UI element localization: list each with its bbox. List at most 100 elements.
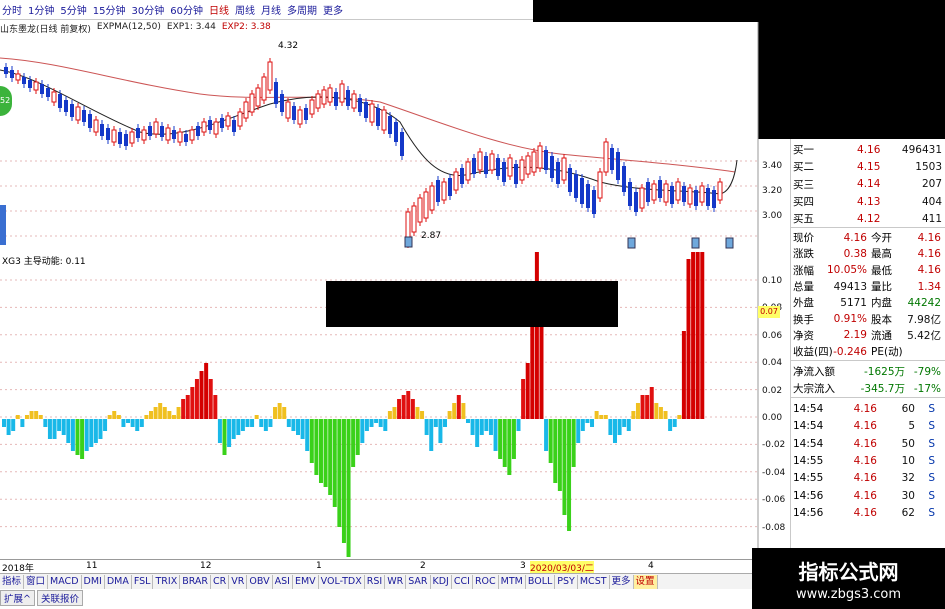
timeframe-tab[interactable]: 分时 xyxy=(2,2,22,17)
timeframe-tab[interactable]: 5分钟 xyxy=(60,2,86,17)
indicator-tab[interactable]: RSI xyxy=(365,574,386,589)
indicator-bar xyxy=(245,419,250,427)
candle-up xyxy=(243,101,249,119)
indicator-tab[interactable]: 设置 xyxy=(633,574,658,589)
indicator-bar xyxy=(585,419,590,423)
indicator-tab[interactable]: DMA xyxy=(105,574,132,589)
tick-time: 14:54 xyxy=(793,403,824,416)
left-strip[interactable] xyxy=(0,205,6,245)
candle-down xyxy=(694,190,698,206)
candle-down xyxy=(394,122,398,142)
indicator-tab[interactable]: CR xyxy=(211,574,230,589)
indicator-tab[interactable]: OBV xyxy=(247,574,273,589)
candle-down xyxy=(232,120,236,132)
candle-up xyxy=(225,115,231,127)
indicator-bar xyxy=(668,419,673,431)
indicator-bar xyxy=(286,419,291,427)
bid-price: 4.14 xyxy=(857,178,881,191)
indicator-tab[interactable]: MACD xyxy=(48,574,82,589)
indicator-tab[interactable]: EMV xyxy=(293,574,319,589)
price-chart[interactable] xyxy=(0,22,790,252)
bottom-tab[interactable]: 扩展^ xyxy=(0,590,35,606)
indicator-bar xyxy=(305,419,310,451)
indicator-tab[interactable]: VOL-TDX xyxy=(319,574,365,589)
stat-label: 外盘 xyxy=(793,297,814,310)
indicator-bar xyxy=(20,419,25,427)
indicator-bar xyxy=(530,315,535,419)
low-label: 2.87 xyxy=(421,231,442,241)
candle-up xyxy=(255,87,261,107)
candle-down xyxy=(172,130,176,139)
redacted-box xyxy=(326,281,618,327)
indicator-bar xyxy=(364,419,369,431)
candle-down xyxy=(304,108,308,120)
indicator-tab[interactable]: TRIX xyxy=(153,574,181,589)
indicator-tab[interactable]: ROC xyxy=(473,574,499,589)
indicator-bar xyxy=(103,419,108,431)
exp1-value: EXP1: 3.44 xyxy=(166,22,216,32)
indicator-bar xyxy=(507,419,512,475)
indicator-tab[interactable]: FSL xyxy=(132,574,154,589)
candle-up xyxy=(489,153,495,171)
candle-down xyxy=(568,168,572,192)
indicator-bar xyxy=(231,419,236,439)
timeframe-tab[interactable]: 更多 xyxy=(323,2,343,17)
candle-down xyxy=(592,190,596,214)
tick-volume: 10 xyxy=(901,454,915,467)
candle-down xyxy=(28,80,32,88)
stat-value: 44242 xyxy=(907,296,941,309)
indicator-bar xyxy=(24,415,29,419)
indicator-tick: -0.08 xyxy=(762,522,786,533)
indicator-bar xyxy=(263,419,268,431)
indicator-tab[interactable]: CCI xyxy=(452,574,473,589)
indicator-tab[interactable]: 窗口 xyxy=(24,574,49,589)
indicator-bar xyxy=(424,419,429,435)
candle-up xyxy=(429,185,435,211)
indicator-tab[interactable]: SAR xyxy=(406,574,431,589)
indicator-bar xyxy=(84,419,89,451)
price-tick: 3.20 xyxy=(762,186,783,196)
indicator-tab[interactable]: DMI xyxy=(82,574,105,589)
timeframe-tab[interactable]: 1分钟 xyxy=(28,2,54,17)
brand-title: 指标公式网 xyxy=(798,559,899,584)
candle-up xyxy=(531,151,537,173)
candle-up xyxy=(597,171,603,199)
indicator-tab[interactable]: ASI xyxy=(273,574,293,589)
timeframe-tab[interactable]: 月线 xyxy=(261,2,281,17)
bid-label: 买三 xyxy=(793,178,814,191)
indicator-bar xyxy=(599,415,604,419)
indicator-bar xyxy=(695,252,700,419)
candle-up xyxy=(417,197,423,223)
indicator-bar xyxy=(443,419,448,427)
indicator-bar xyxy=(199,371,204,419)
indicator-tab[interactable]: VR xyxy=(229,574,248,589)
bottom-tab[interactable]: 关联报价 xyxy=(36,590,83,606)
indicator-tab[interactable]: 更多 xyxy=(610,574,634,589)
timeframe-tab[interactable]: 60分钟 xyxy=(170,2,203,17)
timeframe-tab[interactable]: 多周期 xyxy=(287,2,317,17)
chart-info-line: 山东墨龙(日线 前复权) EXPMA(12,50) EXP1: 3.44 EXP… xyxy=(0,22,271,36)
timeframe-tab[interactable]: 周线 xyxy=(235,2,255,17)
timeframe-tab[interactable]: 30分钟 xyxy=(131,2,164,17)
stat-label: 最高 xyxy=(871,248,892,261)
stat-value: 49413 xyxy=(833,280,867,293)
tick-volume: 60 xyxy=(901,403,915,416)
indicator-tab[interactable]: MCST xyxy=(578,574,610,589)
indicator-bar xyxy=(204,363,209,419)
indicator-tab[interactable]: BRAR xyxy=(180,574,212,589)
indicator-tab[interactable]: 指标 xyxy=(0,574,25,589)
timeframe-tab[interactable]: 日线 xyxy=(209,2,229,17)
indicator-bar xyxy=(484,419,489,431)
stat-label: 净资 xyxy=(793,329,814,342)
timeframe-tab[interactable]: 15分钟 xyxy=(93,2,126,17)
indicator-tab[interactable]: BOLL xyxy=(526,574,556,589)
stat-label: PE(动) xyxy=(871,346,903,359)
indicator-tab[interactable]: WR xyxy=(385,574,407,589)
indicator-tab[interactable]: PSY xyxy=(555,574,578,589)
bottom-tabs: 扩展^ 关联报价 xyxy=(0,590,300,606)
tick-time: 14:56 xyxy=(793,506,824,519)
indicator-bar xyxy=(158,403,163,419)
indicator-bar xyxy=(452,403,457,419)
indicator-tab[interactable]: MTM xyxy=(499,574,526,589)
indicator-tab[interactable]: KDJ xyxy=(431,574,452,589)
